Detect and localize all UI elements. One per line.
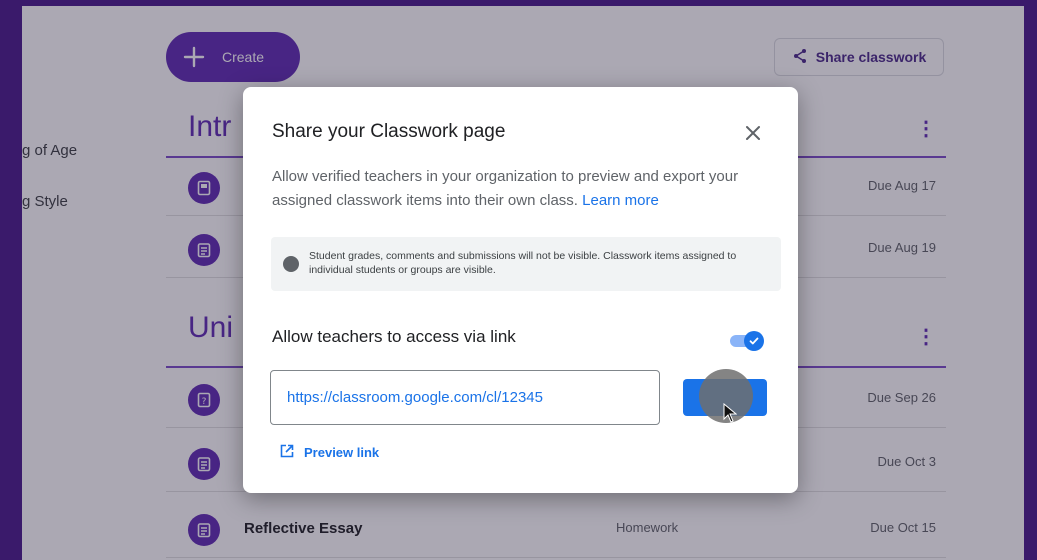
share-link-field[interactable]: https://classroom.google.com/cl/12345 xyxy=(270,370,660,425)
mouse-pointer-icon xyxy=(723,402,738,428)
close-icon[interactable] xyxy=(741,121,765,145)
access-label: Allow teachers to access via link xyxy=(272,327,516,346)
dialog-title: Share your Classwork page xyxy=(272,121,506,142)
info-icon xyxy=(283,256,299,272)
access-toggle[interactable] xyxy=(730,331,764,351)
preview-link-label: Preview link xyxy=(304,445,380,460)
share-link-value: https://classroom.google.com/cl/12345 xyxy=(287,389,543,406)
preview-link[interactable]: Preview link xyxy=(280,444,379,461)
dialog-description: Allow verified teachers in your organiza… xyxy=(272,165,762,213)
visibility-notice: Student grades, comments and submissions… xyxy=(271,237,781,291)
learn-more-link[interactable]: Learn more xyxy=(582,192,659,209)
description-text: Allow verified teachers in your organiza… xyxy=(272,168,739,209)
notice-text: Student grades, comments and submissions… xyxy=(309,250,737,276)
check-icon xyxy=(744,331,764,351)
open-in-new-icon xyxy=(280,444,294,461)
share-classwork-dialog: Share your Classwork page Allow verified… xyxy=(243,87,798,493)
